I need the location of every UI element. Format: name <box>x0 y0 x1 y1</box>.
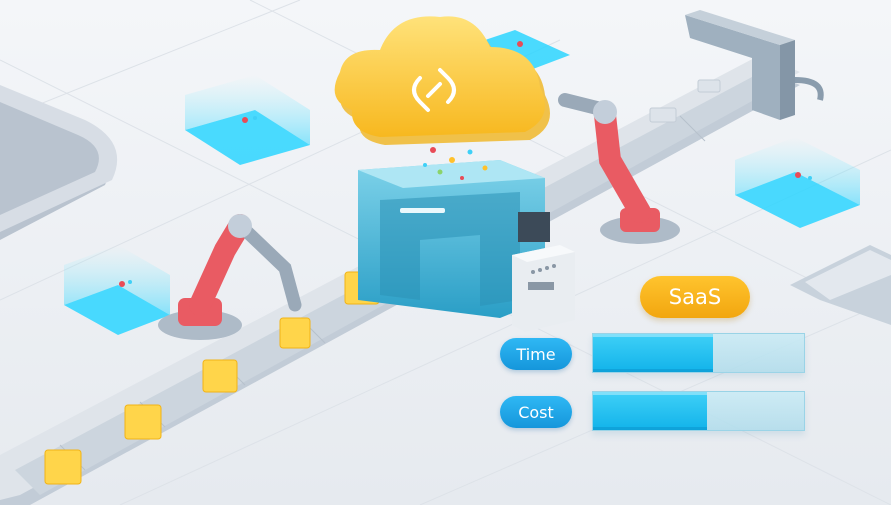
time-progress-fill <box>593 334 714 372</box>
cost-progress-fill <box>593 392 707 430</box>
time-label: Time <box>516 344 556 364</box>
saas-badge-label: SaaS <box>668 285 722 309</box>
time-progress-bar <box>592 333 805 373</box>
time-label-pill: Time <box>500 338 572 370</box>
cost-progress-bar <box>592 391 805 431</box>
cost-label-pill: Cost <box>500 396 572 428</box>
saas-badge: SaaS <box>640 276 750 318</box>
factory-scene: SaaS Time Cost <box>0 0 891 505</box>
cost-label: Cost <box>518 402 554 422</box>
